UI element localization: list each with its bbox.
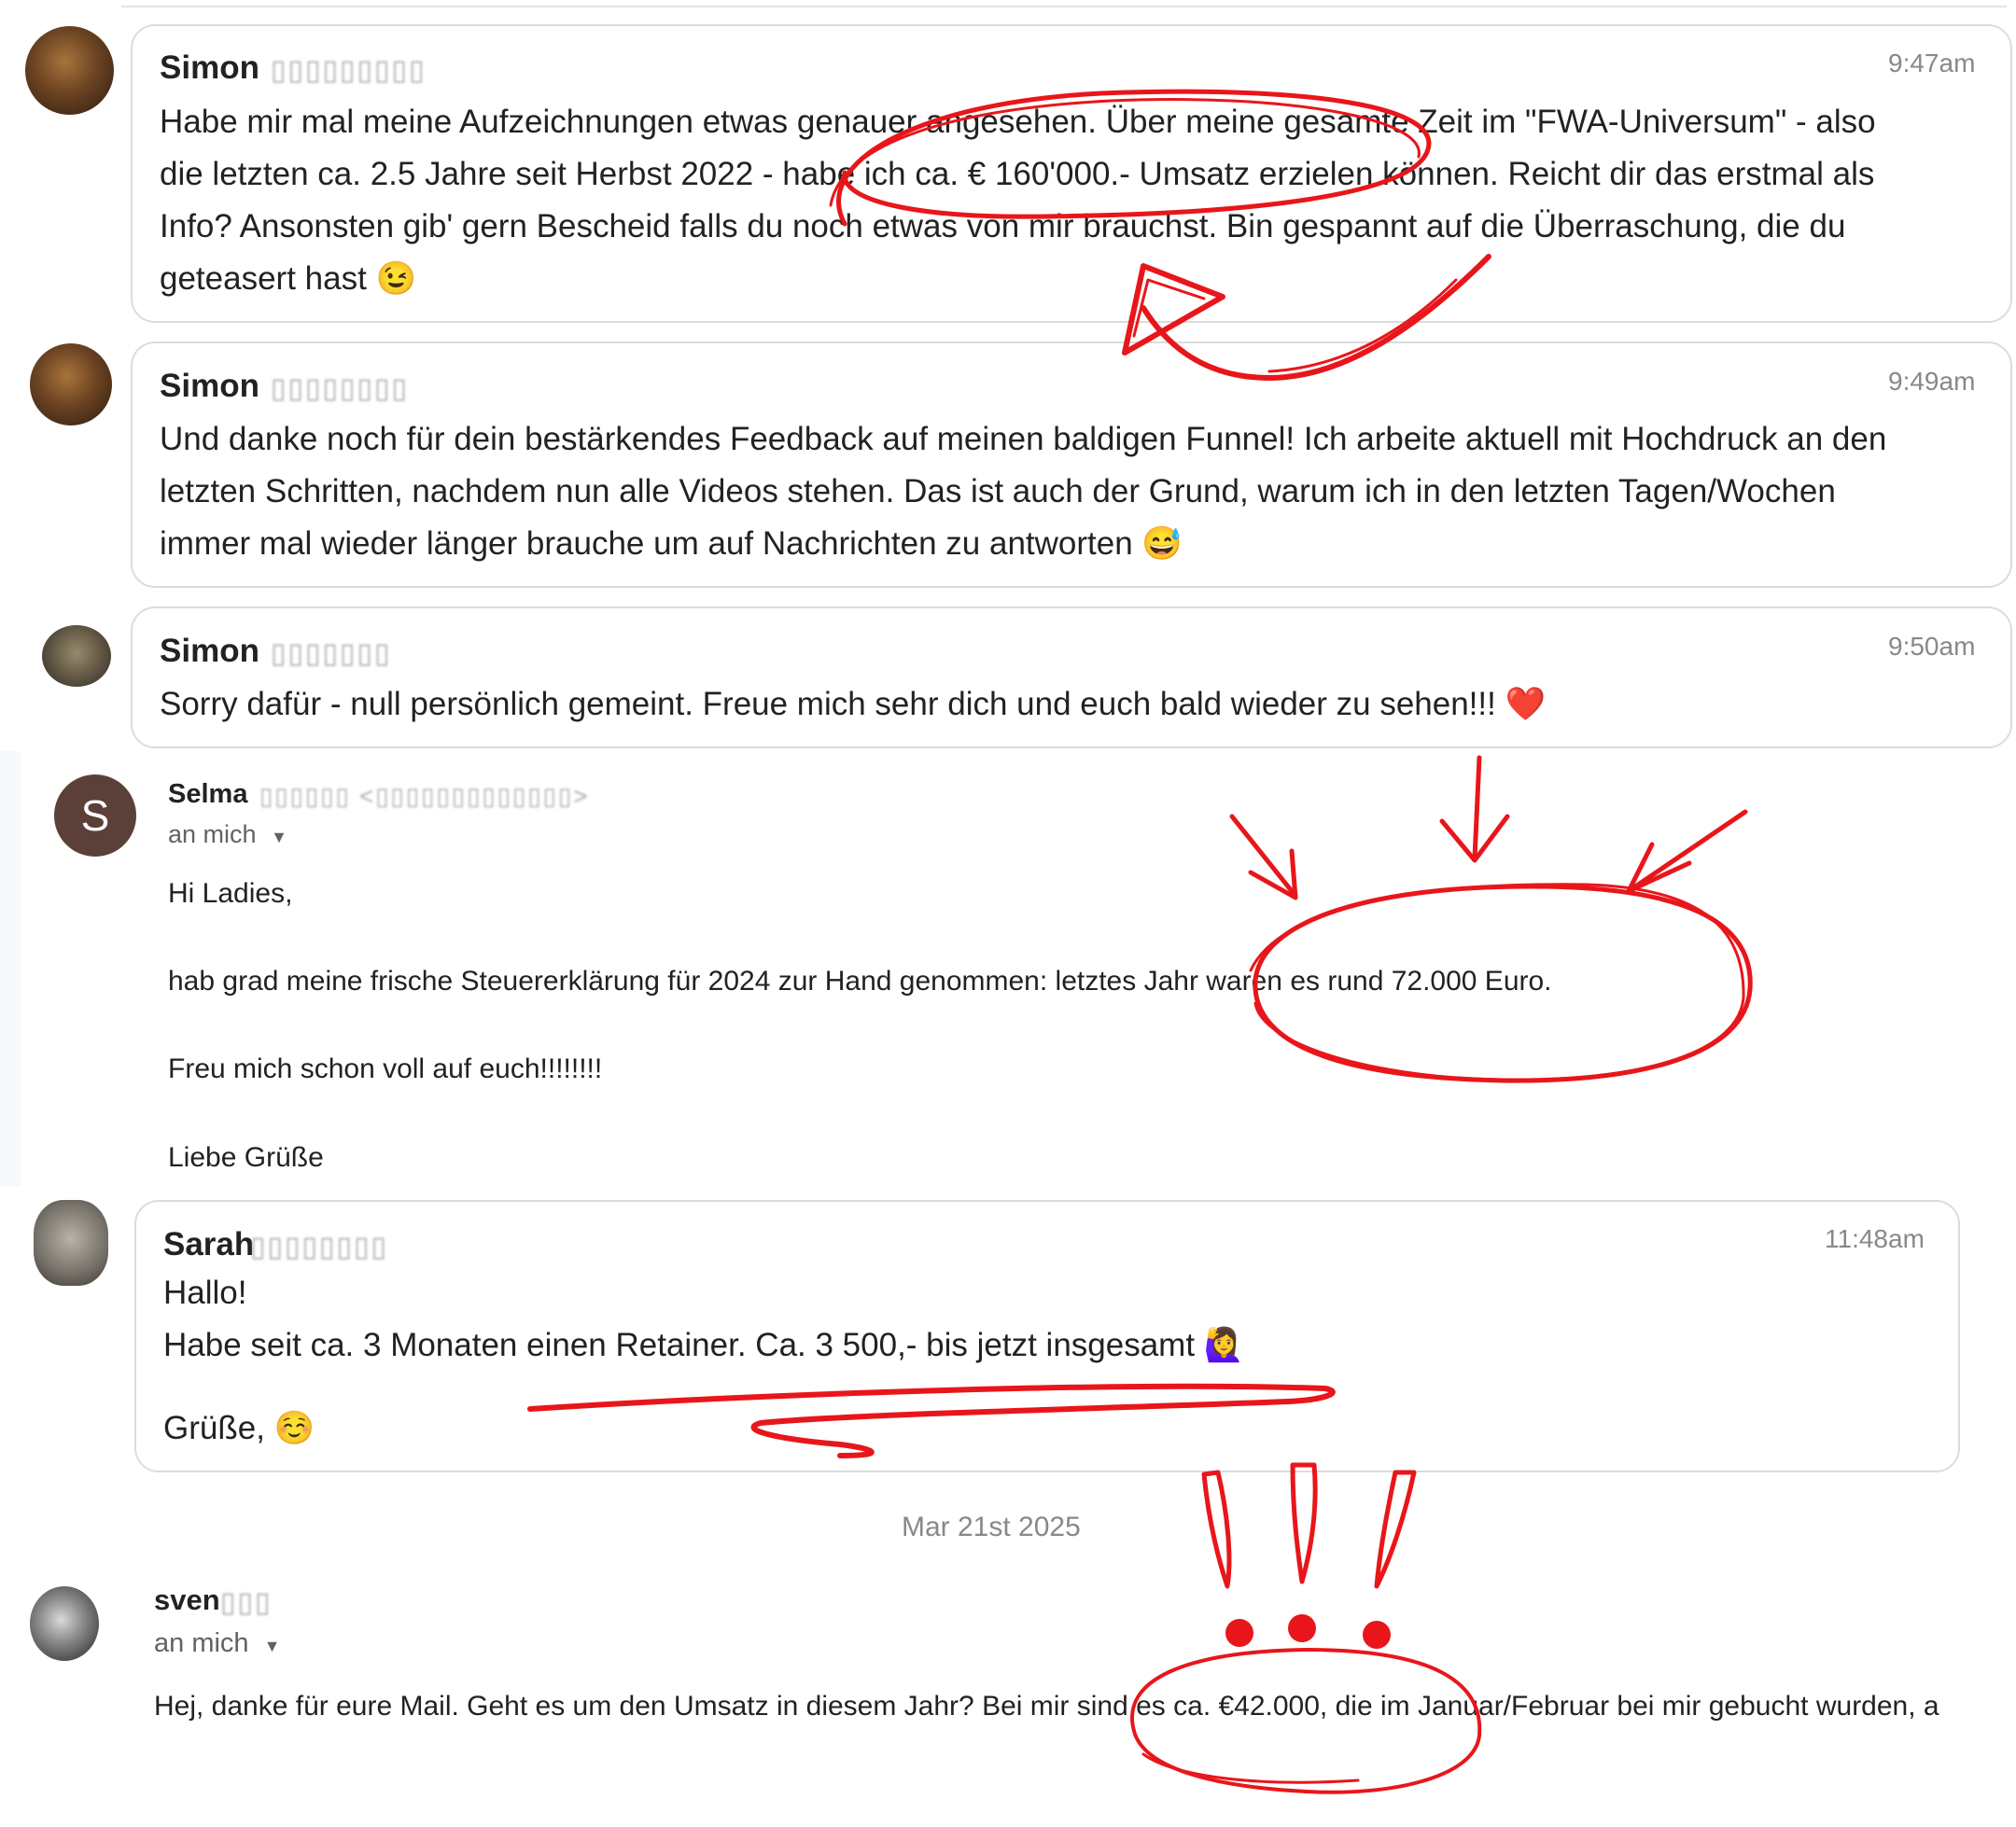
redacted-surname: ▯▯▯▯▯▯▯▯▯ (271, 55, 427, 86)
message-time: 11:48am (1825, 1224, 1925, 1253)
date-separator: Mar 21st 2025 (902, 1512, 1081, 1542)
redacted-email-address: ▯▯▯▯▯▯ <▯▯▯▯▯▯▯▯▯▯▯▯▯> (259, 782, 590, 810)
email-sender[interactable]: sven (154, 1583, 220, 1617)
email-body: hab grad meine frische Steuererklärung f… (168, 966, 1552, 997)
recipient-toggle[interactable]: an mich ▼ (168, 820, 287, 849)
sender-name[interactable]: Sarah (163, 1226, 254, 1263)
email-body: Hej, danke für eure Mail. Geht es um den… (154, 1691, 1939, 1722)
message-text: Sorry dafür - null persönlich gemeint. F… (160, 686, 1547, 722)
email-signoff: Liebe Grüße (168, 1142, 324, 1173)
avatar[interactable] (30, 1586, 99, 1661)
email-line: Freu mich schon voll auf euch!!!!!!!! (168, 1053, 603, 1084)
redacted-surname: ▯▯▯ (220, 1587, 273, 1618)
sender-name[interactable]: Simon (160, 633, 259, 670)
avatar[interactable] (34, 1200, 108, 1286)
exclamation-mark (1290, 1462, 1318, 1584)
previous-message-edge (121, 0, 2007, 7)
chevron-down-icon: ▼ (263, 1637, 281, 1655)
redacted-surname: ▯▯▯▯▯▯▯▯ (271, 373, 410, 404)
message-time: 9:50am (1888, 632, 1976, 661)
redacted-surname: ▯▯▯▯▯▯▯▯ (250, 1232, 389, 1262)
recipient-toggle[interactable]: an mich ▼ (154, 1628, 280, 1659)
sender-name[interactable]: Simon (160, 49, 259, 87)
avatar[interactable] (42, 625, 111, 687)
sender-name[interactable]: Simon (160, 368, 259, 405)
avatar[interactable] (25, 26, 114, 115)
redacted-surname: ▯▯▯▯▯▯▯ (271, 638, 392, 669)
sender-avatar[interactable]: S (54, 774, 136, 857)
email-greeting: Hi Ladies, (168, 878, 293, 909)
chevron-down-icon: ▼ (271, 828, 287, 846)
message-time: 9:47am (1888, 49, 1976, 77)
message-time: 9:49am (1888, 367, 1976, 396)
exclamation-mark (1374, 1470, 1417, 1589)
email-sender[interactable]: Selma (168, 779, 247, 810)
exclamation-mark (1201, 1470, 1232, 1589)
avatar[interactable] (30, 343, 112, 425)
